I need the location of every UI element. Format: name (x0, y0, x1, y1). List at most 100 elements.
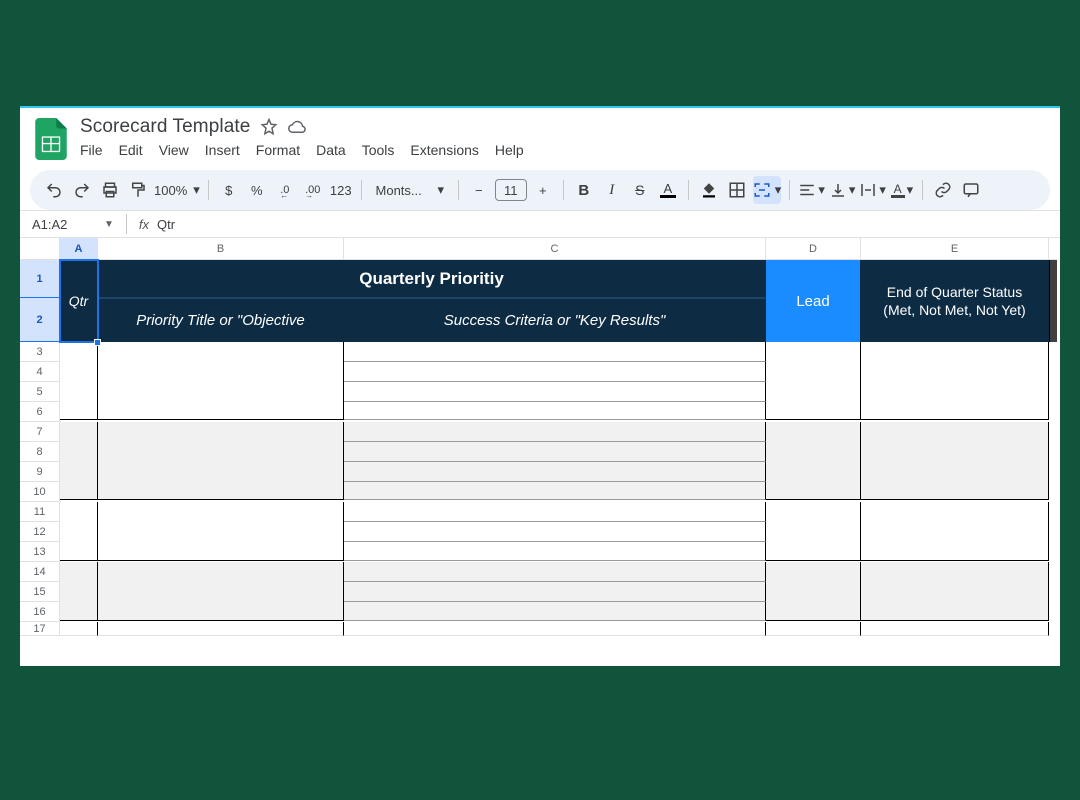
cell-B2[interactable]: Priority Title or "Objective (98, 298, 344, 342)
row-header-1[interactable]: 1 (20, 260, 60, 298)
row-header-9[interactable]: 9 (20, 462, 60, 482)
row-header-5[interactable]: 5 (20, 382, 60, 402)
strikethrough-button[interactable]: S (628, 176, 652, 204)
name-box[interactable]: A1:A2 (32, 217, 96, 232)
font-family-dropdown[interactable]: Monts...▾ (370, 176, 450, 204)
increase-font-size-button[interactable]: + (531, 176, 555, 204)
cell-C9[interactable] (344, 462, 766, 482)
column-header-A[interactable]: A (60, 238, 98, 260)
star-icon[interactable] (260, 118, 278, 136)
row-header-13[interactable]: 13 (20, 542, 60, 562)
font-size-input[interactable]: 11 (495, 179, 527, 201)
cell-D3[interactable] (766, 342, 861, 420)
row-header-11[interactable]: 11 (20, 502, 60, 522)
cell-C16[interactable] (344, 602, 766, 621)
row-header-10[interactable]: 10 (20, 482, 60, 502)
row-header-15[interactable]: 15 (20, 582, 60, 602)
cell-E17[interactable] (861, 622, 1049, 636)
menu-insert[interactable]: Insert (205, 142, 240, 158)
formula-input[interactable]: Qtr (157, 217, 175, 232)
text-wrap-button[interactable]: ▾ (859, 176, 886, 204)
cell-D11[interactable] (766, 502, 861, 561)
text-color-button[interactable]: A (656, 176, 680, 204)
decrease-decimal-button[interactable]: .0← (273, 176, 297, 204)
column-header-D[interactable]: D (766, 238, 861, 260)
row-header-3[interactable]: 3 (20, 342, 60, 362)
row-header-7[interactable]: 7 (20, 422, 60, 442)
chevron-down-icon[interactable]: ▼ (104, 219, 114, 230)
cell-A1[interactable]: Qtr (60, 260, 98, 342)
horizontal-align-button[interactable]: ▾ (798, 176, 825, 204)
column-header-E[interactable]: E (861, 238, 1049, 260)
cell-D1[interactable]: Lead (766, 260, 861, 342)
cell-B14[interactable] (98, 562, 344, 621)
cell-B17[interactable] (98, 622, 344, 636)
cell-A7[interactable] (60, 422, 98, 500)
cell-A17[interactable] (60, 622, 98, 636)
undo-button[interactable] (42, 176, 66, 204)
cell-A3[interactable] (60, 342, 98, 420)
text-rotation-button[interactable]: A▾ (890, 176, 914, 204)
menu-data[interactable]: Data (316, 142, 346, 158)
column-header-C[interactable]: C (344, 238, 766, 260)
cell-A14[interactable] (60, 562, 98, 621)
bold-button[interactable]: B (572, 176, 596, 204)
cloud-saved-icon[interactable] (288, 118, 306, 136)
number-format-button[interactable]: 123 (329, 176, 353, 204)
cell-C3[interactable] (344, 342, 766, 362)
cell-E14[interactable] (861, 562, 1049, 621)
cell-C17[interactable] (344, 622, 766, 636)
cell-C11[interactable] (344, 502, 766, 522)
row-header-6[interactable]: 6 (20, 402, 60, 422)
decrease-font-size-button[interactable]: − (467, 176, 491, 204)
cell-D17[interactable] (766, 622, 861, 636)
cell-E1[interactable]: End of Quarter Status (Met, Not Met, Not… (861, 260, 1049, 342)
merge-cells-button[interactable]: ▾ (753, 176, 782, 204)
percent-button[interactable]: % (245, 176, 269, 204)
menu-view[interactable]: View (159, 142, 189, 158)
menu-file[interactable]: File (80, 142, 103, 158)
cell-C2[interactable]: Success Criteria or "Key Results" (344, 298, 766, 342)
cell-A11[interactable] (60, 502, 98, 561)
cell-C12[interactable] (344, 522, 766, 542)
print-button[interactable] (98, 176, 122, 204)
increase-decimal-button[interactable]: .00→ (301, 176, 325, 204)
cell-B11[interactable] (98, 502, 344, 561)
cell-C15[interactable] (344, 582, 766, 602)
cell-C7[interactable] (344, 422, 766, 442)
row-header-17[interactable]: 17 (20, 622, 60, 636)
insert-link-button[interactable] (931, 176, 955, 204)
borders-button[interactable] (725, 176, 749, 204)
menu-tools[interactable]: Tools (362, 142, 395, 158)
menu-edit[interactable]: Edit (119, 142, 143, 158)
cell-E11[interactable] (861, 502, 1049, 561)
cell-E7[interactable] (861, 422, 1049, 500)
cell-C14[interactable] (344, 562, 766, 582)
vertical-align-button[interactable]: ▾ (829, 176, 856, 204)
row-header-8[interactable]: 8 (20, 442, 60, 462)
cell-C10[interactable] (344, 482, 766, 500)
cell-B1[interactable]: Quarterly Prioritiy (98, 260, 766, 298)
cell-C4[interactable] (344, 362, 766, 382)
row-header-4[interactable]: 4 (20, 362, 60, 382)
cell-D7[interactable] (766, 422, 861, 500)
row-header-14[interactable]: 14 (20, 562, 60, 582)
select-all-corner[interactable] (20, 238, 60, 260)
cell-C6[interactable] (344, 402, 766, 420)
cell-B3[interactable] (98, 342, 344, 420)
row-header-12[interactable]: 12 (20, 522, 60, 542)
cell-C13[interactable] (344, 542, 766, 561)
cell-D14[interactable] (766, 562, 861, 621)
redo-button[interactable] (70, 176, 94, 204)
menu-format[interactable]: Format (256, 142, 300, 158)
paint-format-button[interactable] (126, 176, 150, 204)
row-header-2[interactable]: 2 (20, 298, 60, 342)
row-header-16[interactable]: 16 (20, 602, 60, 622)
italic-button[interactable]: I (600, 176, 624, 204)
menu-extensions[interactable]: Extensions (410, 142, 478, 158)
zoom-dropdown[interactable]: 100%▾ (154, 182, 200, 198)
cell-E3[interactable] (861, 342, 1049, 420)
document-title[interactable]: Scorecard Template (80, 116, 250, 138)
selection-fill-handle[interactable] (94, 339, 101, 346)
spreadsheet-grid[interactable]: A B C D E 1 Qtr Quarterly Prioritiy Lead… (20, 238, 1060, 636)
